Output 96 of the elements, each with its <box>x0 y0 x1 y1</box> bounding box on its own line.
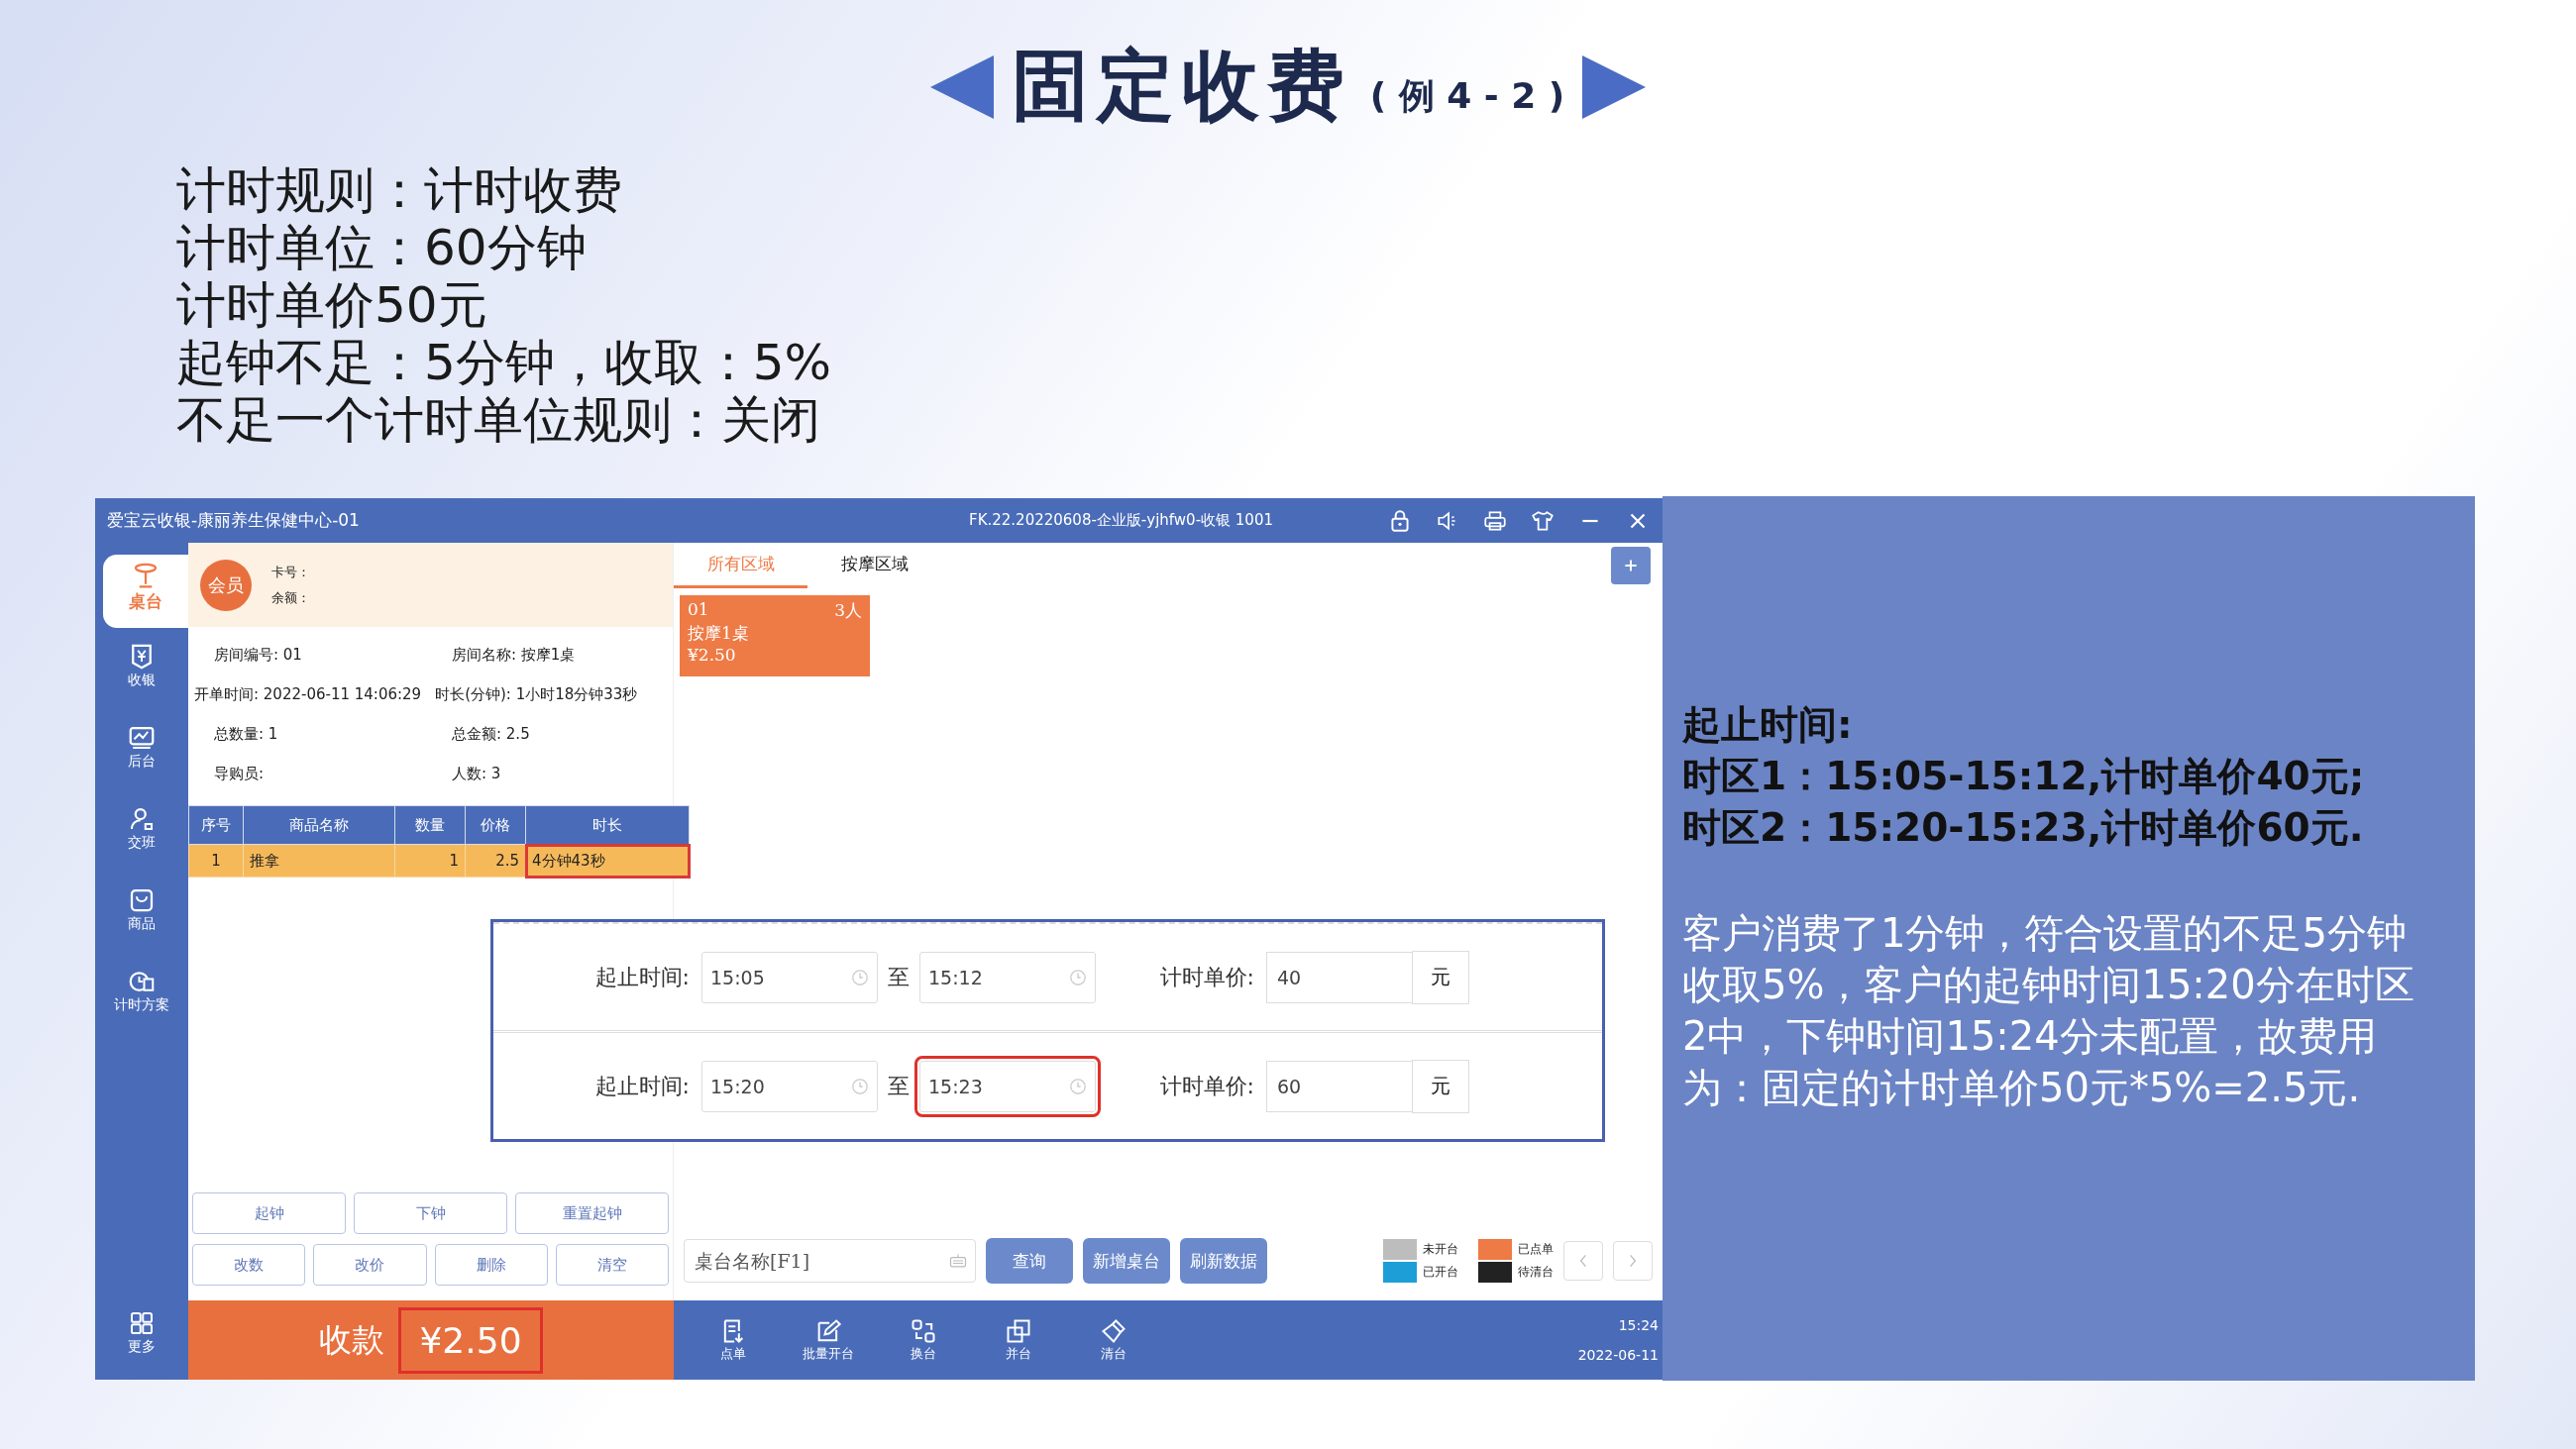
table-cell: 1 <box>188 844 244 878</box>
order-button[interactable]: 清空 <box>555 1244 669 1286</box>
info-field: 总数量: 1 <box>194 724 452 744</box>
clock-icon <box>851 968 869 986</box>
time-range-label: 起止时间: <box>593 963 690 991</box>
action-button[interactable]: 刷新数据 <box>1180 1238 1267 1284</box>
column-header: 数量 <box>394 805 466 845</box>
toolbar-button[interactable]: 换台 <box>876 1317 971 1363</box>
to-label: 至 <box>888 963 910 991</box>
table-row[interactable]: 1 推拿 1 2.5 4分钟43秒 <box>188 844 690 878</box>
plus-icon <box>1623 557 1639 573</box>
sidebar-item[interactable]: 收银 <box>95 636 188 709</box>
order-button[interactable]: 改价 <box>313 1244 427 1286</box>
rule-text: 计时规则：计时收费 <box>176 161 623 219</box>
unit-price-field[interactable]: 40 <box>1266 951 1413 1003</box>
unit-price-field[interactable]: 60 <box>1266 1060 1413 1112</box>
table-cell: 4分钟43秒 <box>525 844 690 878</box>
merge-icon <box>1005 1317 1032 1345</box>
search-field[interactable]: 桌台名称[F1] <box>684 1239 976 1283</box>
add-button[interactable] <box>1611 546 1651 584</box>
member-badge[interactable]: 会员 <box>200 559 252 611</box>
column-header: 价格 <box>465 805 526 845</box>
sidebar-item[interactable]: 后台 <box>95 717 188 790</box>
action-button[interactable]: 新增桌台 <box>1083 1238 1170 1284</box>
clock-icon <box>1069 968 1087 986</box>
column-header: 时长 <box>525 805 690 845</box>
checkout-amount: ¥2.50 <box>398 1306 543 1374</box>
info-field: 时长(分钟): 1小时18分钟33秒 <box>435 684 638 704</box>
order-button[interactable]: 重置起钟 <box>515 1192 669 1234</box>
sidebar-item[interactable]: 桌台 <box>103 555 188 628</box>
info-field: 总金额: 2.5 <box>452 724 530 744</box>
explanation-heading: 起止时间: <box>1682 701 1854 749</box>
start-time-field[interactable]: 15:20 <box>701 1060 878 1112</box>
clock-time: 15:24 <box>1618 1317 1659 1333</box>
toolbar-button[interactable]: 批量开台 <box>781 1317 876 1363</box>
more-button[interactable]: 更多 <box>95 1302 188 1376</box>
legend-label: 已开台 <box>1423 1264 1458 1281</box>
info-field: 房间编号: 01 <box>194 645 452 665</box>
explanation-heading: 时区2：15:20-15:23,计时单价60元. <box>1682 804 2365 852</box>
order-button[interactable]: 下钟 <box>354 1192 507 1234</box>
toolbar-button[interactable]: 点单 <box>686 1317 781 1363</box>
area-tab[interactable]: 按摩区域 <box>807 542 941 588</box>
info-field: 房间名称: 按摩1桌 <box>452 645 576 665</box>
rule-text: 不足一个计时单位规则：关闭 <box>176 391 821 449</box>
checkout-label[interactable]: 收款 <box>319 1317 385 1363</box>
column-header: 序号 <box>188 805 244 845</box>
swap-icon <box>910 1317 937 1345</box>
currency-unit: 元 <box>1412 950 1469 1004</box>
table-cell: 1 <box>394 844 466 878</box>
toolbar-button[interactable]: 清台 <box>1066 1317 1161 1363</box>
sidebar-item[interactable]: 计时方案 <box>95 961 188 1034</box>
info-field: 人数: 3 <box>452 764 501 783</box>
slide-subtitle: ( 例 4 - 2 ) <box>1369 74 1565 118</box>
clock-date: 2022-06-11 <box>1577 1347 1659 1363</box>
explanation-heading: 时区1：15:05-15:12,计时单价40元; <box>1682 753 2366 800</box>
legend-label: 已点单 <box>1518 1241 1554 1258</box>
sidebar-item[interactable]: 商品 <box>95 880 188 953</box>
info-field: 开单时间: 2022-06-11 14:06:29 <box>194 684 422 704</box>
table-cell: 2.5 <box>465 844 526 878</box>
order-button[interactable]: 起钟 <box>192 1192 346 1234</box>
table-price: ¥2.50 <box>688 645 737 665</box>
explanation-text: 客户消费了1分钟，符合设置的不足5分钟收取5%，客户的起钟时间15:20分在时区2中，下钟时间15:24分未配置，故费用为：固定的计时单价50元*5%=2.5元. <box>1682 909 2415 1112</box>
to-label: 至 <box>888 1072 910 1100</box>
rule-text: 计时单位：60分钟 <box>176 219 588 276</box>
column-header: 商品名称 <box>243 805 395 845</box>
rule-text: 起钟不足：5分钟，收取：5% <box>176 334 833 391</box>
time-range-label: 起止时间: <box>593 1072 690 1100</box>
table-tile[interactable]: 01 3人 按摩1桌 ¥2.50 <box>680 595 870 676</box>
area-tab[interactable]: 所有区域 <box>674 542 807 588</box>
start-time-field[interactable]: 15:05 <box>701 951 878 1003</box>
card-number-label: 卡号： <box>271 563 310 581</box>
rule-text: 计时单价50元 <box>176 276 488 334</box>
order-button[interactable]: 改数 <box>192 1244 306 1286</box>
sidebar-item[interactable]: 交班 <box>95 798 188 872</box>
action-button[interactable]: 查询 <box>986 1238 1073 1284</box>
toolbar-button[interactable]: 并台 <box>971 1317 1066 1363</box>
right-triangle-icon <box>1582 54 1647 119</box>
order-button[interactable]: 删除 <box>434 1244 548 1286</box>
people-count: 3人 <box>834 599 862 622</box>
table-cell: 推拿 <box>243 844 395 878</box>
info-field: 导购员: <box>194 764 452 783</box>
legend-label: 待清台 <box>1518 1264 1554 1281</box>
unit-price-label: 计时单价: <box>1158 1072 1254 1100</box>
slide-title: 固定收费 <box>1011 40 1352 132</box>
table-name: 按摩1桌 <box>688 622 750 645</box>
balance-label: 余额： <box>271 588 310 607</box>
unit-price-label: 计时单价: <box>1158 963 1254 991</box>
window-title: 爱宝云收银-康丽养生保健中心-01 <box>107 509 361 532</box>
currency-unit: 元 <box>1412 1059 1469 1113</box>
table-number: 01 <box>688 599 709 621</box>
version-text: FK.22.20220608-企业版-yjhfw0-收银 1001 <box>969 511 1274 530</box>
clock-icon <box>1069 1077 1087 1095</box>
legend-label: 未开台 <box>1423 1241 1458 1258</box>
left-triangle-icon <box>929 54 994 119</box>
end-time-field[interactable]: 15:12 <box>919 951 1096 1003</box>
clock-icon <box>851 1077 869 1095</box>
